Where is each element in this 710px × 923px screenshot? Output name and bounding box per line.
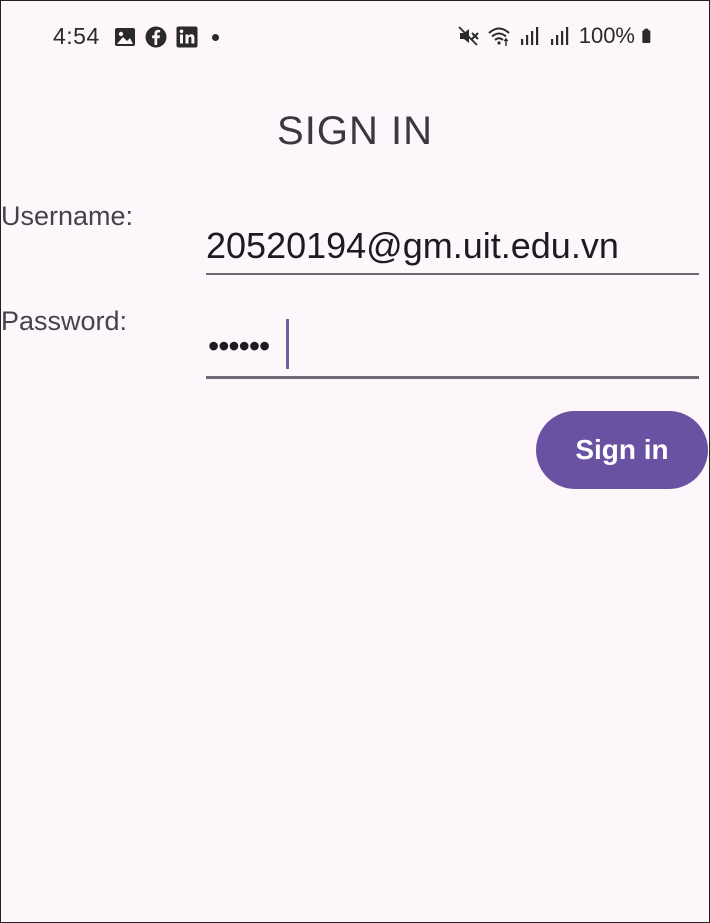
username-value: 20520194@gm.uit.edu.vn — [206, 225, 619, 266]
password-value: •••••• — [208, 328, 270, 364]
wifi-icon — [488, 27, 510, 46]
status-bar: 4:54 100% — [1, 1, 709, 75]
app-screen: 4:54 100% SIGN IN Username: 20520194@gm.… — [0, 0, 710, 923]
facebook-icon — [145, 26, 167, 48]
status-time: 4:54 — [53, 23, 100, 49]
sign-in-button[interactable]: Sign in — [536, 411, 708, 489]
notification-icons — [113, 25, 219, 49]
username-field[interactable]: 20520194@gm.uit.edu.vn — [206, 223, 699, 275]
signal-icon — [550, 27, 568, 45]
text-cursor — [286, 319, 289, 369]
battery-percent: 100% — [578, 23, 635, 48]
page-title: SIGN IN — [277, 109, 433, 153]
gallery-icon — [115, 28, 135, 46]
username-label: Username: — [1, 201, 134, 231]
signal-icon — [520, 27, 538, 45]
system-icons: 100% — [457, 23, 657, 49]
more-dot-icon — [212, 33, 219, 41]
password-label: Password: — [1, 306, 128, 336]
password-field[interactable]: •••••• — [206, 317, 699, 379]
vibrate-muted-icon — [458, 26, 479, 46]
linkedin-icon — [176, 26, 198, 48]
battery-icon — [642, 28, 651, 43]
